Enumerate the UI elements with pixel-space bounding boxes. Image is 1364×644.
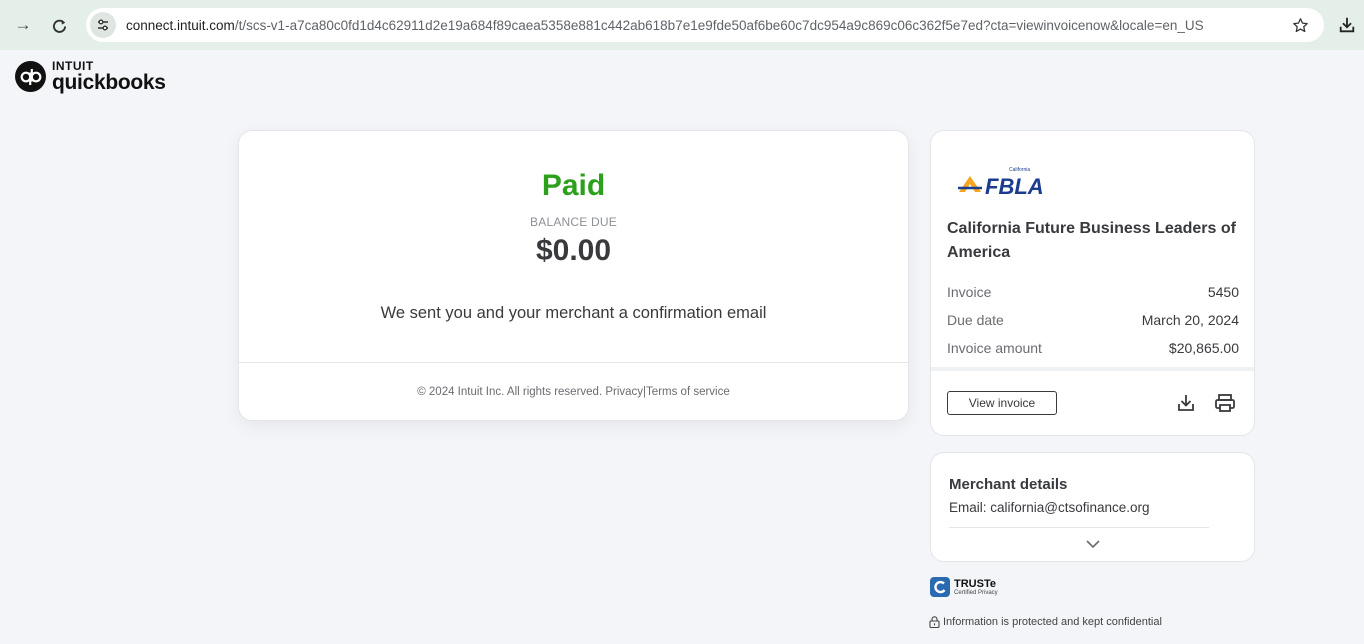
fbla-state-text: California [1009,167,1030,173]
truste-badge[interactable]: TRUSTe Certified Privacy [930,577,998,597]
invoice-number-label: Invoice [947,284,992,300]
security-notice: Information is protected and kept confid… [929,616,1162,628]
quickbooks-logo-icon [15,61,46,92]
payment-status-title: Paid [541,169,606,202]
invoice-amount-label: Invoice amount [947,340,1042,356]
confirmation-message: We sent you and your merchant a confirma… [380,304,767,322]
merchant-details-title: Merchant details [949,476,1068,493]
quickbooks-logo: INTUIT quickbooks [15,60,166,93]
url-path: /t/scs-v1-a7ca80c0fd1d4c62911d2e19a684f8… [234,17,1204,33]
card-divider [239,362,908,363]
address-bar[interactable]: connect.intuit.com/t/scs-v1-a7ca80c0fd1d… [86,8,1324,42]
privacy-link[interactable]: Privacy [605,386,643,398]
due-date-row: Due date March 20, 2024 [947,312,1239,328]
terms-link[interactable]: Terms of service [646,386,730,398]
logo-product-text: quickbooks [52,71,166,94]
site-info-icon[interactable] [90,12,116,38]
due-date-value: March 20, 2024 [1141,312,1239,328]
invoice-number-row: Invoice 5450 [947,284,1239,300]
forward-icon[interactable]: → [10,12,36,38]
bookmark-star-icon[interactable] [1290,15,1310,35]
url-text[interactable]: connect.intuit.com/t/scs-v1-a7ca80c0fd1d… [126,18,1266,33]
url-host: connect.intuit.com [126,17,235,33]
merchant-details-card: Merchant details Email: california@ctsof… [930,452,1255,562]
merchant-email: Email: california@ctsofinance.org [949,500,1150,515]
invoice-number-value: 5450 [1207,284,1239,300]
browser-toolbar: → connect.intuit.com/t/scs-v1-a7ca80c0fd… [0,0,1364,50]
truste-name: TRUSTe [954,577,996,590]
chevron-down-icon[interactable] [1083,537,1103,551]
truste-logo-icon [930,577,950,597]
due-date-label: Due date [947,312,1004,328]
print-invoice-icon[interactable] [1213,391,1237,415]
payment-status-card: Paid BALANCE DUE $0.00 We sent you and y… [238,130,909,421]
invoice-amount-value: $20,865.00 [1168,340,1239,356]
lock-icon [929,616,940,628]
invoice-summary-card: California FBLA California Future Busine… [930,130,1255,436]
copyright-text: © 2024 Intuit Inc. All rights reserved. [417,386,603,398]
fbla-logo: California FBLA [958,167,1044,199]
merchant-divider [949,527,1209,528]
invoice-amount-row: Invoice amount $20,865.00 [947,340,1239,356]
download-icon[interactable] [1334,12,1360,38]
page-footer: © 2024 Intuit Inc. All rights reserved. … [239,386,908,398]
truste-subtitle: Certified Privacy [954,589,998,596]
balance-due-amount: $0.00 [535,234,612,267]
download-invoice-icon[interactable] [1174,391,1198,415]
view-invoice-button[interactable]: View invoice [947,391,1057,415]
reload-icon[interactable] [46,12,72,38]
fbla-name-text: FBLA [985,174,1044,199]
security-notice-text: Information is protected and kept confid… [943,616,1162,628]
merchant-org-name: California Future Business Leaders of Am… [947,220,1236,261]
invoice-card-divider [931,367,1254,371]
balance-due-label: BALANCE DUE [530,215,617,229]
